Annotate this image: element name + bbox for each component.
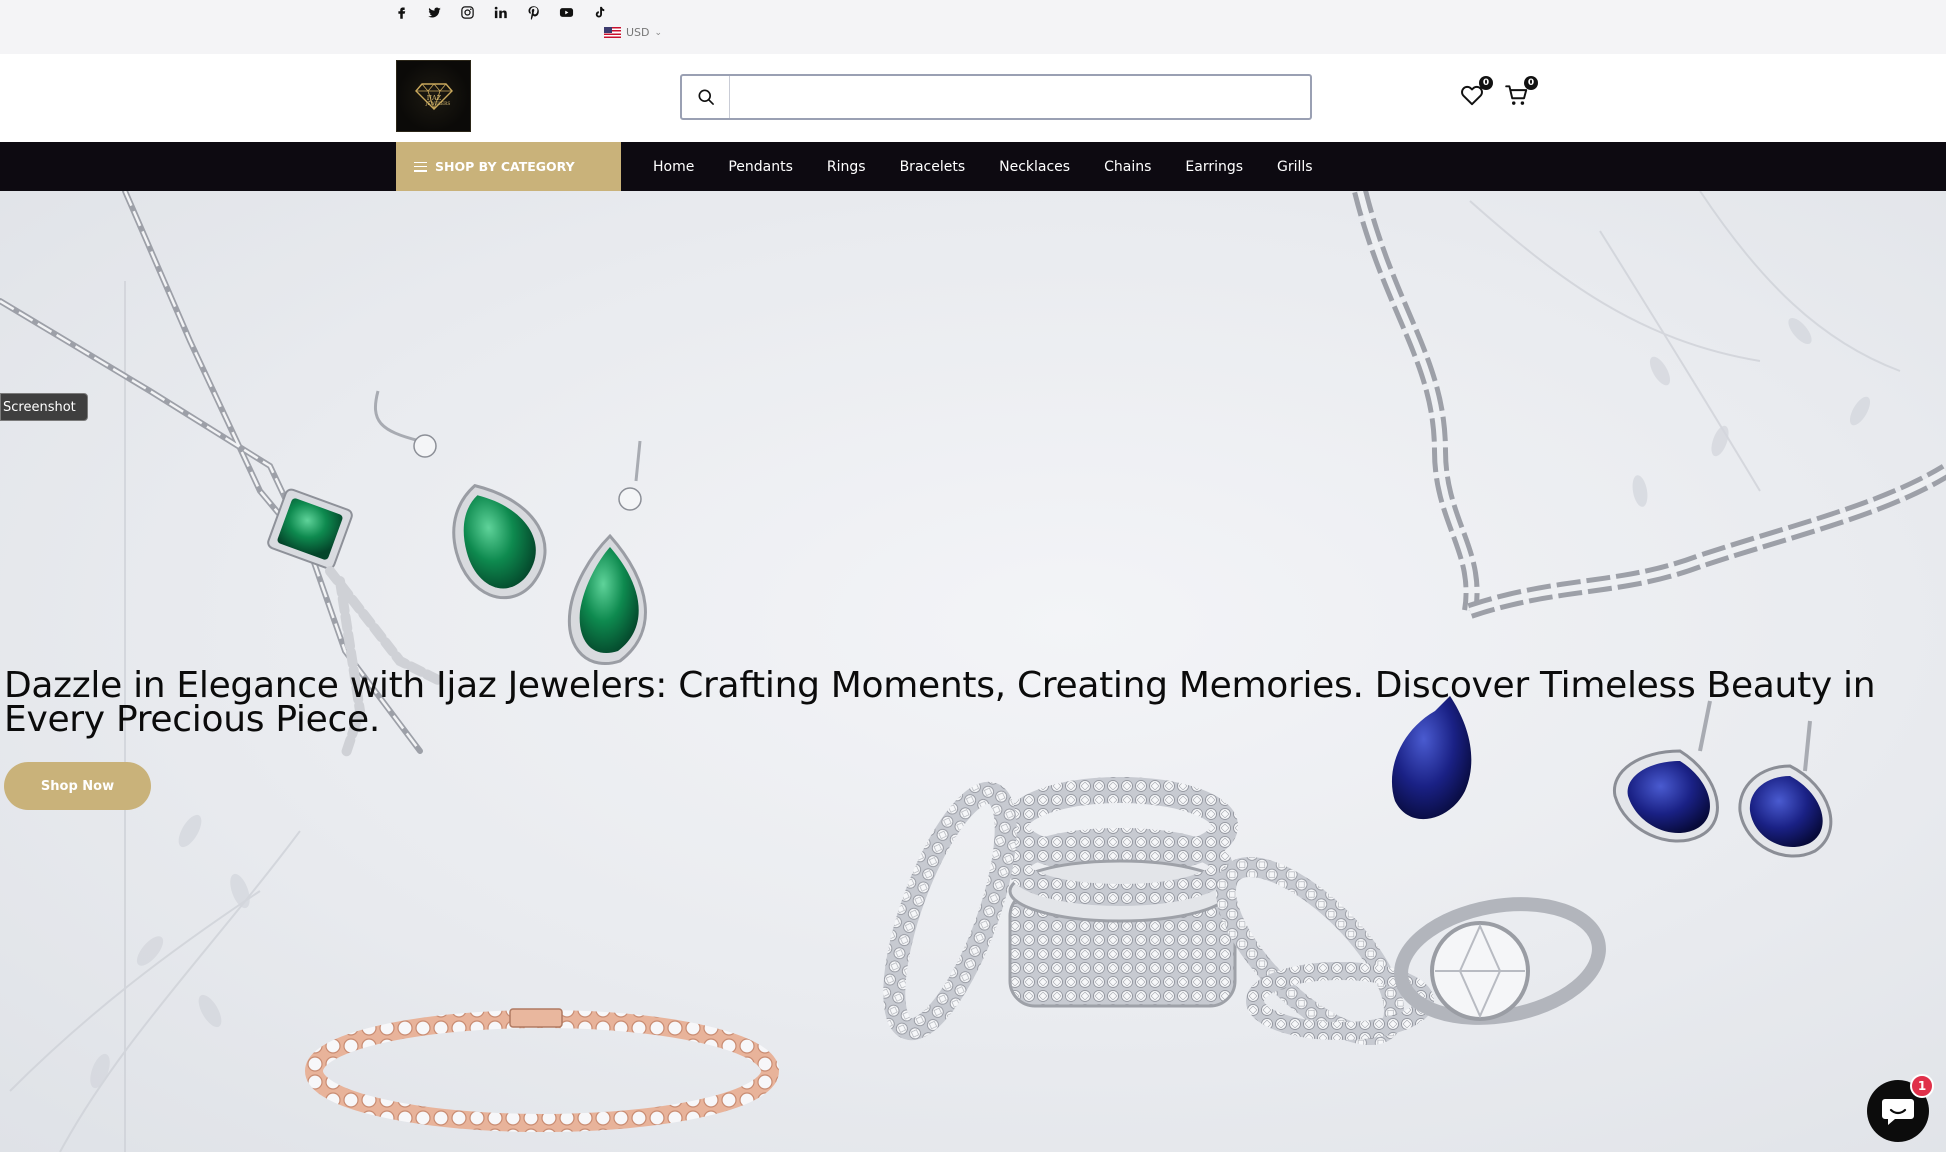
instagram-icon[interactable] xyxy=(458,3,477,22)
nav-item-home[interactable]: Home xyxy=(653,159,694,175)
site-header: IJAZ JEWELERS 0 0 xyxy=(0,54,1946,142)
screenshot-tag[interactable]: Screenshot xyxy=(0,393,88,421)
svg-text:IJAZ: IJAZ xyxy=(426,94,441,102)
tiktok-icon[interactable] xyxy=(590,3,609,22)
nav-item-grills[interactable]: Grills xyxy=(1277,159,1313,175)
menu-icon xyxy=(414,161,427,172)
wishlist-button[interactable]: 0 xyxy=(1459,76,1493,110)
search-input[interactable] xyxy=(730,76,1310,118)
nav-item-earrings[interactable]: Earrings xyxy=(1185,159,1243,175)
nav-menu: Home Pendants Rings Bracelets Necklaces … xyxy=(653,142,1313,191)
currency-selector[interactable]: USD ⌄ xyxy=(604,26,662,39)
brand-logo[interactable]: IJAZ JEWELERS xyxy=(396,60,471,132)
social-links xyxy=(392,3,609,22)
chat-icon xyxy=(1882,1099,1914,1125)
cart-count-badge: 0 xyxy=(1524,76,1538,90)
nav-item-pendants[interactable]: Pendants xyxy=(728,159,793,175)
cart-button[interactable]: 0 xyxy=(1504,76,1538,110)
us-flag-icon xyxy=(604,27,621,38)
nav-item-chains[interactable]: Chains xyxy=(1104,159,1151,175)
chevron-down-icon: ⌄ xyxy=(654,27,663,38)
search-button[interactable] xyxy=(682,76,730,118)
top-bar: USD ⌄ xyxy=(0,0,1946,54)
main-nav: SHOP BY CATEGORY Home Pendants Rings Bra… xyxy=(0,142,1946,191)
nav-item-necklaces[interactable]: Necklaces xyxy=(999,159,1070,175)
hero-banner: Dazzle in Elegance with Ijaz Jewelers: C… xyxy=(0,191,1946,1152)
hero-title: Dazzle in Elegance with Ijaz Jewelers: C… xyxy=(4,665,1876,740)
search-icon xyxy=(698,89,714,105)
currency-label: USD xyxy=(626,26,650,39)
facebook-icon[interactable] xyxy=(392,3,411,22)
twitter-icon[interactable] xyxy=(425,3,444,22)
chat-notification-badge: 1 xyxy=(1910,1074,1934,1098)
nav-item-bracelets[interactable]: Bracelets xyxy=(900,159,966,175)
shop-by-category-label: SHOP BY CATEGORY xyxy=(435,159,575,174)
linkedin-icon[interactable] xyxy=(491,3,510,22)
svg-text:JEWELERS: JEWELERS xyxy=(424,102,450,107)
wishlist-count-badge: 0 xyxy=(1479,76,1493,90)
search-bar xyxy=(680,74,1312,120)
shop-by-category-button[interactable]: SHOP BY CATEGORY xyxy=(396,142,621,191)
nav-item-rings[interactable]: Rings xyxy=(827,159,866,175)
pinterest-icon[interactable] xyxy=(524,3,543,22)
shop-now-button[interactable]: Shop Now xyxy=(4,762,151,810)
youtube-icon[interactable] xyxy=(557,3,576,22)
